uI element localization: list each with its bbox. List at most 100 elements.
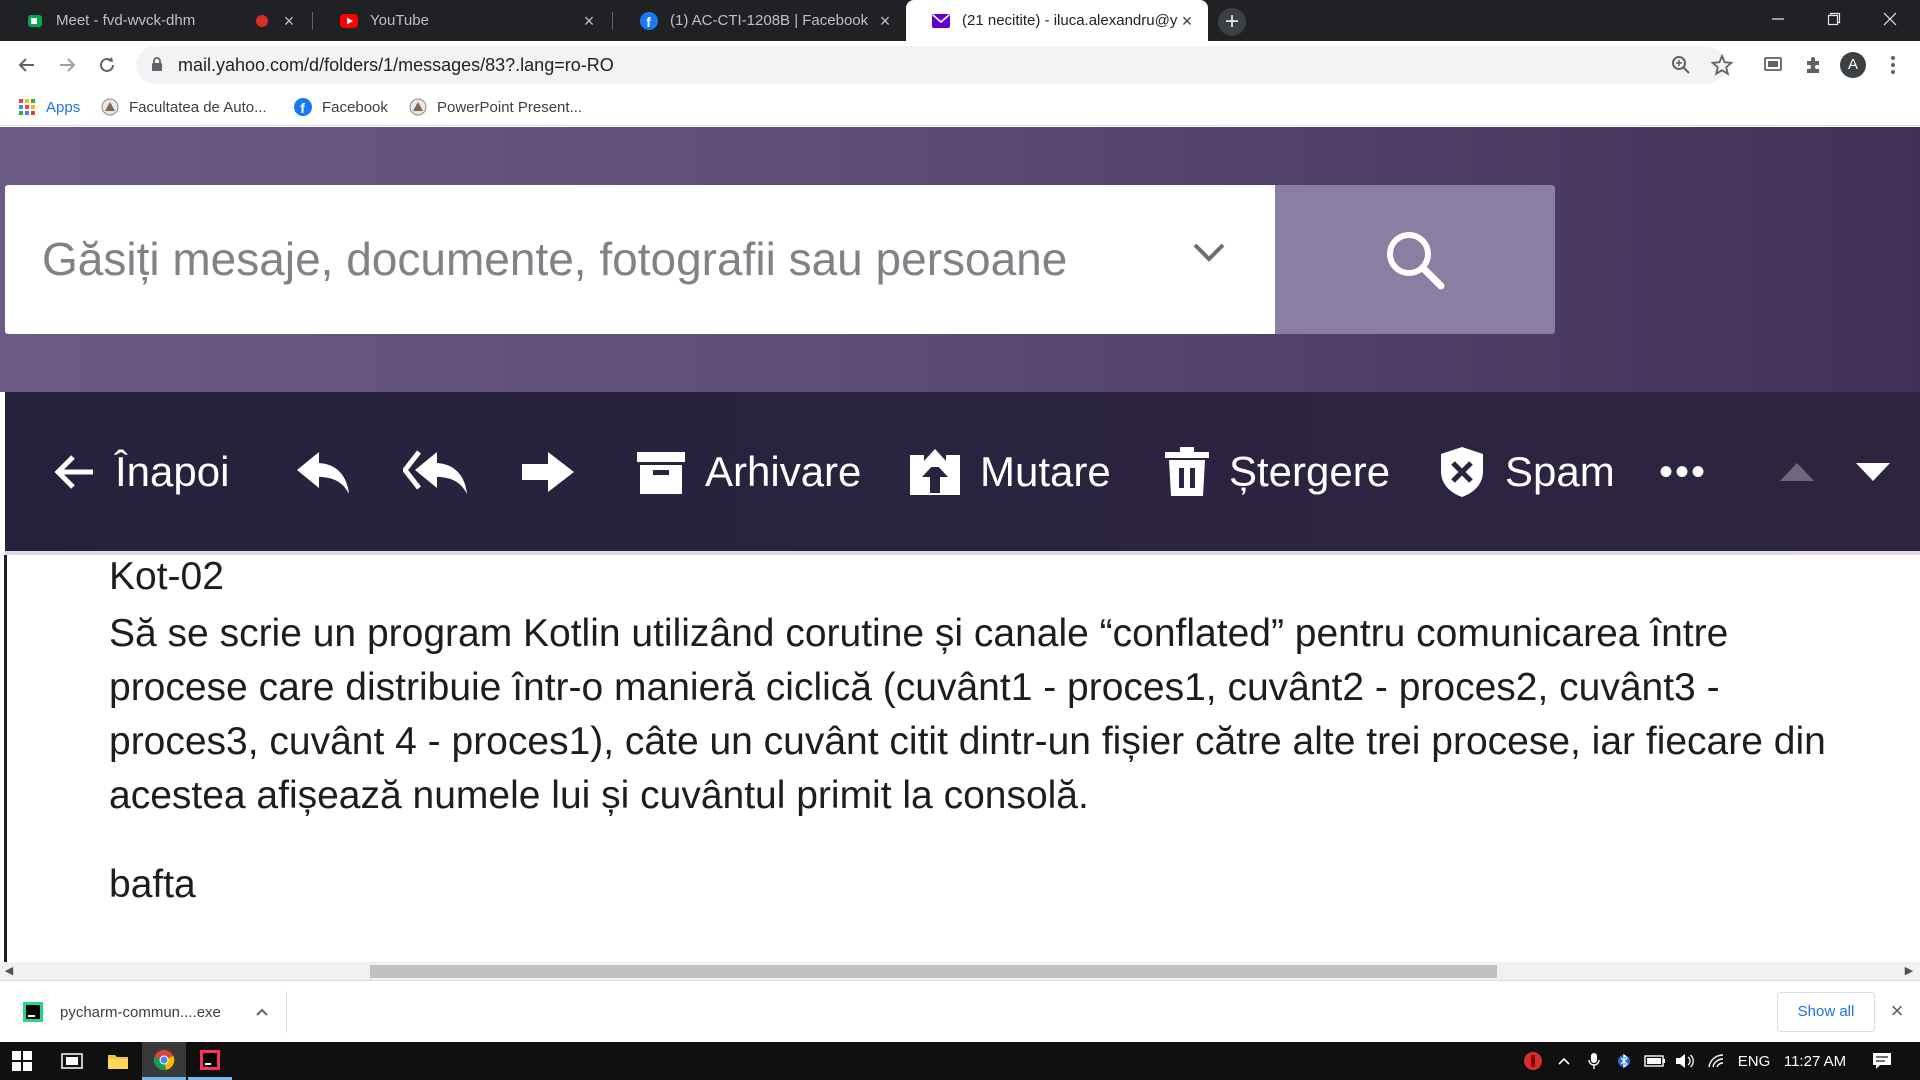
minimize-window-button[interactable]	[1750, 0, 1806, 38]
tray-language[interactable]: ENG	[1734, 1042, 1774, 1080]
download-item[interactable]: pycharm-commun....exe	[22, 995, 269, 1029]
faculty-logo-icon	[409, 98, 427, 116]
facebook-icon: f	[640, 11, 658, 30]
search-placeholder: Găsiți mesaje, documente, fotografii sau…	[42, 233, 1068, 285]
svg-text:f: f	[300, 100, 305, 116]
delete-button[interactable]: Ștergere	[1163, 442, 1390, 502]
download-filename: pycharm-commun....exe	[60, 1003, 221, 1021]
task-view-icon	[61, 1053, 83, 1069]
taskbar-chrome[interactable]	[142, 1042, 186, 1080]
search-button[interactable]	[1275, 185, 1555, 334]
close-tab-icon[interactable]: ×	[1178, 12, 1196, 30]
reply-icon	[295, 448, 351, 496]
spam-button[interactable]: Spam	[1437, 442, 1615, 502]
tray-bluetooth-icon[interactable]	[1612, 1042, 1636, 1080]
spam-label: Spam	[1505, 448, 1615, 495]
arrow-left-icon	[53, 452, 97, 492]
tab-yahoo-mail[interactable]: (21 necitite) - iluca.alexandru@ya ×	[906, 0, 1208, 41]
trash-icon	[1163, 446, 1211, 498]
folder-icon	[108, 1055, 128, 1069]
chevron-down-icon[interactable]	[1191, 240, 1227, 269]
profile-button[interactable]: A	[1839, 51, 1867, 79]
address-bar[interactable]: mail.yahoo.com/d/folders/1/messages/83?.…	[136, 46, 1734, 84]
next-message-button[interactable]	[1853, 442, 1911, 502]
move-button[interactable]: Mutare	[908, 442, 1111, 502]
reply-all-button[interactable]	[403, 442, 487, 502]
delete-label: Ștergere	[1229, 448, 1391, 495]
mail-header: Găsiți mesaje, documente, fotografii sau…	[0, 127, 1920, 392]
tray-volume-icon[interactable]	[1672, 1042, 1698, 1080]
reload-icon	[100, 57, 114, 72]
reply-button[interactable]	[295, 442, 369, 502]
message-title: Kot-02	[109, 555, 224, 598]
zoom-icon[interactable]	[1671, 55, 1691, 80]
apps-grid-icon	[18, 98, 36, 116]
forward-button[interactable]	[53, 51, 81, 79]
scroll-left-icon[interactable]: ◀	[2, 965, 16, 977]
tray-clock[interactable]: 11:27 AM	[1780, 1042, 1850, 1080]
close-tab-icon[interactable]: ×	[876, 12, 894, 30]
tab-label: Meet - fvd-wvck-dhm	[56, 12, 196, 29]
bookmark-apps[interactable]: Apps	[18, 96, 80, 118]
tray-wifi-icon[interactable]	[1704, 1042, 1730, 1080]
scrollbar-thumb[interactable]	[370, 965, 1497, 978]
cast-icon	[1764, 57, 1782, 71]
bookmark-facebook[interactable]: f Facebook	[294, 96, 388, 118]
intellij-icon	[200, 1049, 220, 1070]
bookmark-star-icon[interactable]	[1710, 53, 1734, 81]
tray-microphone-icon[interactable]	[1582, 1042, 1606, 1080]
close-tab-icon[interactable]: ×	[280, 12, 298, 30]
start-button[interactable]	[0, 1042, 44, 1080]
back-to-inbox-button[interactable]: Înapoi	[53, 442, 229, 502]
bookmark-powerpoint[interactable]: PowerPoint Present...	[409, 96, 582, 118]
scroll-right-icon[interactable]: ▶	[1902, 965, 1916, 977]
tab-facebook[interactable]: f (1) AC-CTI-1208B | Facebook ×	[614, 0, 906, 41]
close-download-bar-icon[interactable]: ×	[1886, 1000, 1908, 1022]
archive-icon	[635, 448, 687, 496]
youtube-icon	[340, 12, 358, 30]
show-all-downloads-button[interactable]: Show all	[1777, 992, 1875, 1032]
avatar: A	[1840, 52, 1866, 78]
chrome-menu-button[interactable]	[1879, 51, 1907, 79]
close-icon	[1883, 12, 1897, 26]
chevron-up-icon[interactable]	[255, 1007, 269, 1017]
reply-all-icon	[403, 448, 469, 496]
bookmark-facultatea[interactable]: Facultatea de Auto...	[101, 96, 267, 118]
tray-battery-icon[interactable]	[1642, 1042, 1668, 1080]
taskbar-intellij[interactable]	[188, 1042, 232, 1080]
move-label: Mutare	[980, 448, 1111, 495]
taskbar-file-explorer[interactable]	[96, 1042, 140, 1080]
forward-button[interactable]	[520, 442, 594, 502]
more-vertical-icon	[1891, 56, 1895, 74]
new-tab-button[interactable]: +	[1218, 8, 1246, 36]
action-center-button[interactable]	[1862, 1042, 1902, 1080]
close-tab-icon[interactable]: ×	[580, 12, 598, 30]
search-icon	[1387, 231, 1445, 289]
restore-window-button[interactable]	[1806, 0, 1862, 38]
horizontal-scrollbar[interactable]: ◀ ▶	[0, 962, 1920, 980]
archive-button[interactable]: Arhivare	[635, 442, 861, 502]
tray-chevron-up-icon[interactable]	[1552, 1042, 1576, 1080]
download-bar: pycharm-commun....exe Show all ×	[0, 980, 1920, 1042]
close-window-button[interactable]	[1862, 0, 1918, 38]
tab-label: (1) AC-CTI-1208B | Facebook	[670, 12, 869, 29]
back-button[interactable]	[13, 51, 41, 79]
bookmark-label: Apps	[46, 98, 81, 116]
more-actions-button[interactable]: •••	[1659, 442, 1707, 502]
cast-button[interactable]	[1759, 51, 1787, 79]
task-view-button[interactable]	[50, 1042, 94, 1080]
reload-button[interactable]	[93, 51, 121, 79]
tab-youtube[interactable]: YouTube ×	[314, 0, 610, 41]
search-input[interactable]: Găsiți mesaje, documente, fotografii sau…	[5, 185, 1275, 334]
extensions-button[interactable]	[1799, 51, 1827, 79]
tray-antivirus-icon[interactable]	[1520, 1042, 1546, 1080]
divider	[4, 555, 7, 962]
message-signature: bafta	[109, 863, 196, 906]
more-dots-icon: •••	[1659, 449, 1708, 494]
previous-message-button[interactable]	[1777, 442, 1835, 502]
move-upload-icon	[908, 447, 962, 497]
tab-meet[interactable]: Meet - fvd-wvck-dhm ×	[0, 0, 310, 41]
tab-separator	[312, 12, 313, 30]
browser-tab-strip: Meet - fvd-wvck-dhm × YouTube × f (1) AC…	[0, 0, 1920, 41]
bookmark-label: Facebook	[322, 98, 388, 116]
